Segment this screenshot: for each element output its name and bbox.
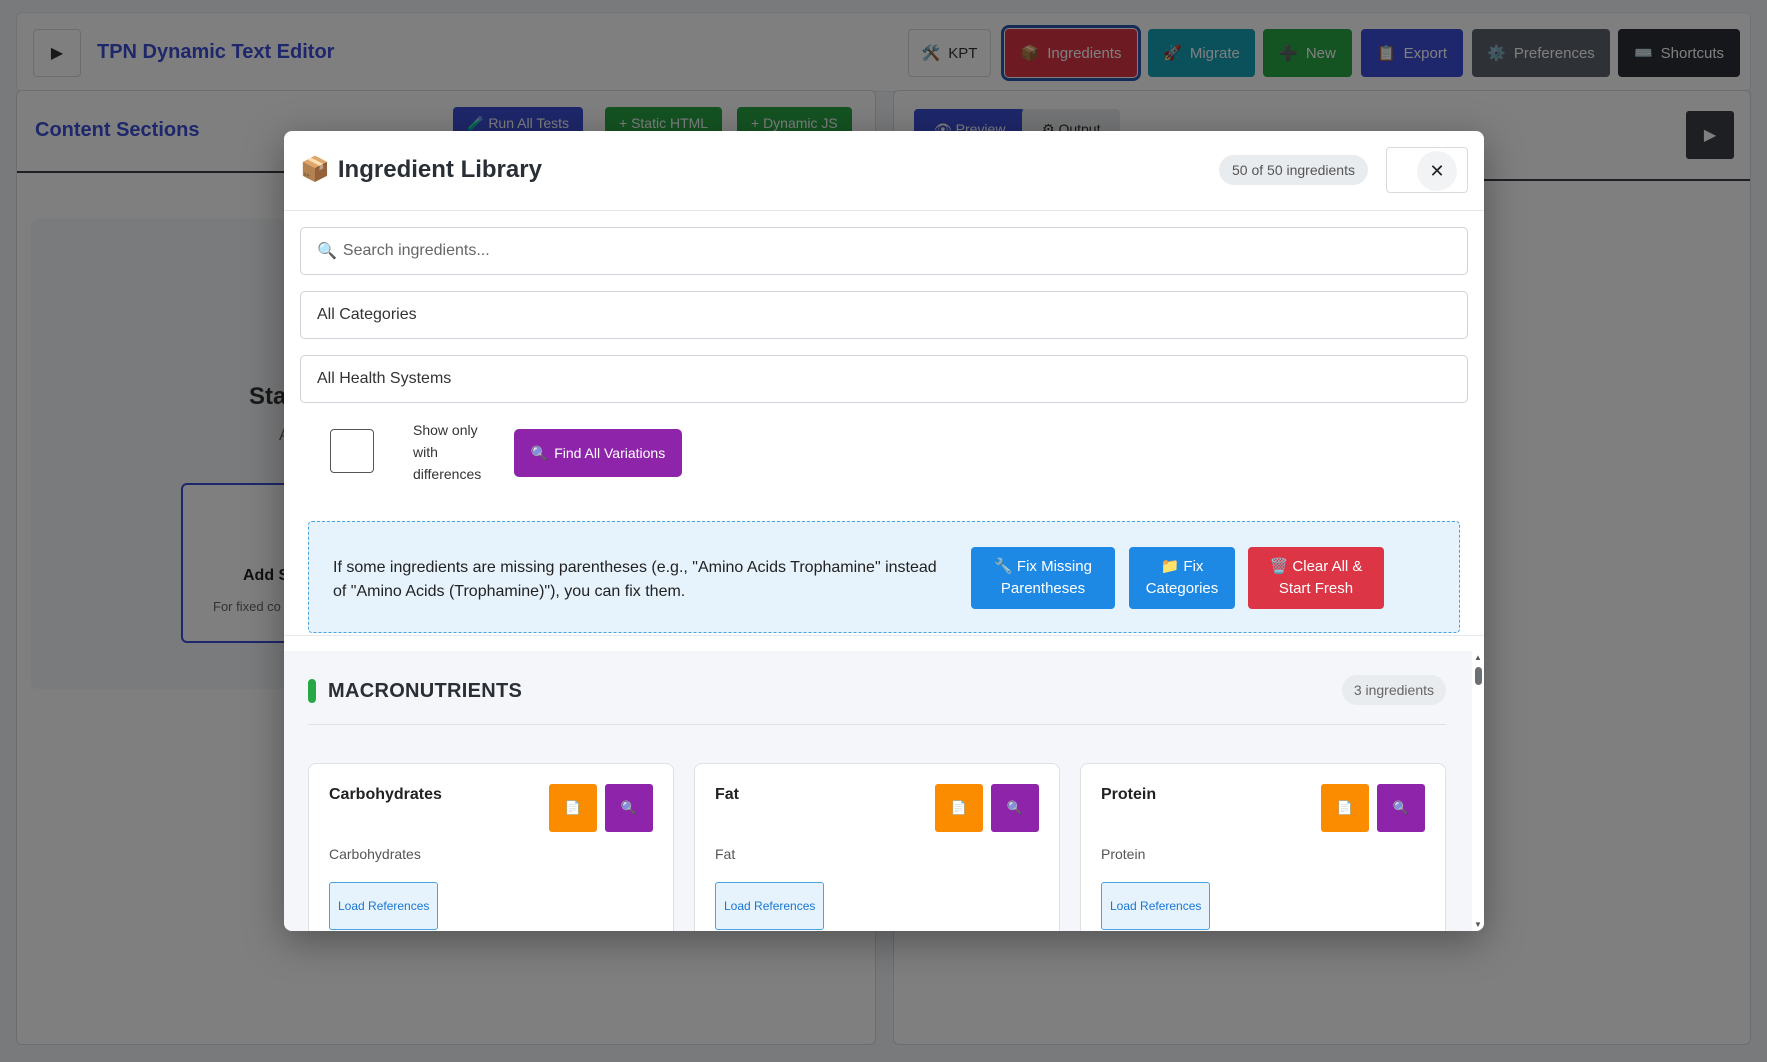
trash-icon: 🗑️	[1269, 558, 1289, 575]
fix-parentheses-text: Fix Missing Parentheses	[1000, 558, 1092, 597]
category-header: MACRONUTRIENTS 3 ingredients	[308, 675, 1446, 725]
close-icon: ✕	[1429, 160, 1445, 181]
load-references-button[interactable]: Load References	[329, 882, 439, 930]
search-icon: 🔍	[620, 800, 638, 815]
fix-categories-label: 📁 Fix Categories	[1139, 556, 1225, 600]
search-icon: 🔍	[1006, 800, 1024, 815]
scroll-thumb[interactable]	[1475, 667, 1482, 685]
find-variations-button[interactable]: 🔍	[1377, 784, 1425, 832]
document-icon: 📄	[1336, 800, 1354, 815]
differences-checkbox-label: Show only with differences	[413, 422, 482, 482]
ingredient-subtitle: Protein	[1101, 846, 1146, 862]
folder-icon: 📁	[1160, 558, 1180, 575]
ingredient-subtitle: Fat	[715, 846, 736, 862]
fix-parentheses-label: 🔧 Fix Missing Parentheses	[981, 556, 1105, 600]
ingredient-card[interactable]: Carbohydrates 📄 🔍 Carbohydrates Load Ref…	[308, 763, 674, 931]
fix-notice-text: If some ingredients are missing parenthe…	[333, 559, 937, 600]
modal-title-text: Ingredient Library	[337, 155, 542, 183]
ingredient-card[interactable]: Protein 📄 🔍 Protein Load References	[1080, 763, 1446, 931]
search-icon: 🔍	[1392, 800, 1410, 815]
ingredient-subtitle: Carbohydrates	[329, 846, 421, 862]
document-icon: 📄	[564, 800, 582, 815]
find-variations-button[interactable]: 🔍	[605, 784, 653, 832]
load-references-button[interactable]: Load References	[1101, 882, 1211, 930]
ingredient-list: MACRONUTRIENTS 3 ingredients Carbohydrat…	[284, 651, 1484, 931]
ingredient-list-scrollbar[interactable]: ▲ ▼	[1472, 651, 1484, 931]
clear-all-button[interactable]: 🗑️ Clear All & Start Fresh	[1248, 547, 1384, 609]
fix-categories-text: Fix Categories	[1145, 558, 1219, 597]
category-color-bar	[308, 679, 316, 703]
fix-notice: If some ingredients are missing parenthe…	[308, 521, 1460, 633]
ingredient-name: Protein	[1101, 786, 1157, 803]
package-icon: 📦	[300, 156, 330, 183]
load-references-button[interactable]: Load References	[715, 882, 825, 930]
clear-all-text: Clear All & Start Fresh	[1278, 558, 1363, 597]
search-input[interactable]: 🔍 Search ingredients...	[300, 227, 1468, 275]
view-document-button[interactable]: 📄	[935, 784, 983, 832]
view-document-button[interactable]: 📄	[549, 784, 597, 832]
ingredient-count-badge: 50 of 50 ingredients	[1219, 155, 1368, 185]
category-select[interactable]: All Categories	[300, 291, 1468, 339]
find-all-variations-button[interactable]: 🔍 Find All Variations	[514, 429, 682, 477]
close-button[interactable]: ✕	[1417, 151, 1457, 191]
find-variations-button[interactable]: 🔍	[991, 784, 1039, 832]
scroll-up-arrow-icon[interactable]: ▲	[1472, 653, 1484, 662]
search-icon: 🔍	[317, 243, 337, 260]
clear-all-label: 🗑️ Clear All & Start Fresh	[1258, 556, 1374, 600]
ingredient-card[interactable]: Fat 📄 🔍 Fat Load References	[694, 763, 1060, 931]
search-icon: 🔍	[530, 444, 549, 461]
wrench-icon: 🔧	[994, 558, 1013, 575]
view-document-button[interactable]: 📄	[1321, 784, 1369, 832]
fix-missing-parentheses-button[interactable]: 🔧 Fix Missing Parentheses	[971, 547, 1115, 609]
differences-checkbox[interactable]	[330, 429, 374, 473]
document-icon: 📄	[950, 800, 968, 815]
ingredient-name: Carbohydrates	[329, 786, 442, 803]
modal-header: 📦 Ingredient Library 50 of 50 ingredient…	[284, 131, 1484, 211]
scroll-down-arrow-icon[interactable]: ▼	[1472, 920, 1484, 929]
health-system-select[interactable]: All Health Systems	[300, 355, 1468, 403]
modal-title: 📦 Ingredient Library	[300, 155, 542, 184]
category-count-badge: 3 ingredients	[1341, 675, 1446, 705]
ingredient-name: Fat	[715, 786, 739, 803]
category-name: MACRONUTRIENTS	[328, 680, 523, 702]
ingredient-library-modal: 📦 Ingredient Library 50 of 50 ingredient…	[284, 131, 1484, 931]
search-placeholder: Search ingredients...	[342, 242, 490, 259]
find-variations-label: Find All Variations	[554, 445, 666, 461]
fix-categories-button[interactable]: 📁 Fix Categories	[1129, 547, 1235, 609]
